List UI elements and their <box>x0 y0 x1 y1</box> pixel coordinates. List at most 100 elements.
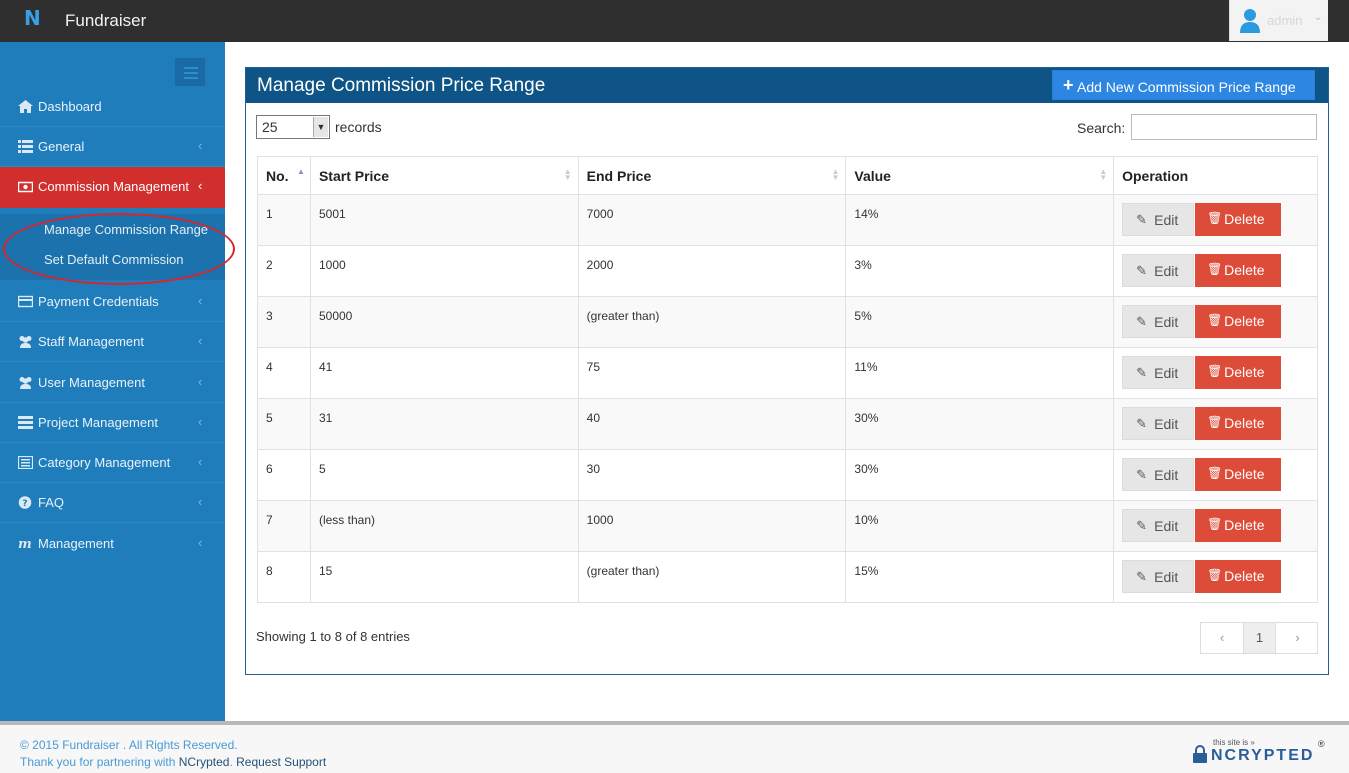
edit-button[interactable]: ✎ Edit <box>1122 407 1195 440</box>
sidebar-item-project-management[interactable]: Project Management ‹ <box>0 403 225 443</box>
column-header-label: No. <box>266 167 289 184</box>
column-header-label: Start Price <box>318 167 390 184</box>
users-icon <box>19 377 32 389</box>
sort-icon: ▲ ▼ <box>563 167 572 182</box>
edit-label: Edit <box>1154 263 1179 279</box>
sidebar-item-management[interactable]: m Management ‹ <box>0 524 225 564</box>
edit-label: Edit <box>1154 569 1179 585</box>
footer: © 2015 Fundraiser . All Rights Reserved.… <box>0 721 1349 773</box>
sidebar-item-label: Project Management <box>38 415 158 430</box>
user-menu[interactable]: admin ⌄ <box>1229 0 1328 41</box>
edit-icon: ✎ <box>1136 569 1148 584</box>
records-per-page-value: 25 <box>262 119 278 135</box>
cell-operation: ✎ Edit 🗑 Delete <box>1113 398 1318 450</box>
cell-end-price: 75 <box>577 347 847 399</box>
sidebar-item-payment-credentials[interactable]: Payment Credentials ‹ <box>0 282 225 322</box>
cell-value: 15% <box>845 551 1115 603</box>
lock-icon <box>1193 745 1207 763</box>
edit-icon: ✎ <box>1136 314 1148 329</box>
registered-mark: ® <box>1318 739 1325 749</box>
cell-end-price: 7000 <box>577 194 847 246</box>
records-per-page-select[interactable]: 25 ▼ <box>256 115 330 139</box>
cell-operation: ✎ Edit 🗑 Delete <box>1113 551 1318 603</box>
sidebar-item-label: FAQ <box>38 495 65 510</box>
sidebar-item-dashboard[interactable]: Dashboard <box>0 87 225 127</box>
edit-button[interactable]: ✎ Edit <box>1122 254 1195 287</box>
cell-end-price: 2000 <box>577 245 847 297</box>
sidebar-item-faq[interactable]: ? FAQ ‹ <box>0 483 225 523</box>
list-icon <box>18 416 33 429</box>
column-header-value[interactable]: Value ▲ ▼ <box>845 156 1115 195</box>
cell-start-price: 5001 <box>309 194 579 246</box>
ncrypted-badge[interactable]: NCRYPTED <box>1211 747 1314 765</box>
chevron-down-icon: ⌄ <box>1314 12 1323 23</box>
sidebar-item-user-management[interactable]: User Management ‹ <box>0 363 225 403</box>
delete-button[interactable]: 🗑 Delete <box>1195 560 1282 593</box>
sort-asc-icon: ▲ <box>297 167 305 176</box>
sidebar-item-label: Dashboard <box>38 99 102 114</box>
app-logo[interactable]: N <box>24 6 46 30</box>
footer-brand-link[interactable]: NCrypted <box>179 755 230 769</box>
list-icon <box>18 140 33 153</box>
sidebar-item-category-management[interactable]: Category Management ‹ <box>0 443 225 483</box>
cell-value: 14% <box>845 194 1115 246</box>
menu-bar-icon <box>184 67 198 69</box>
cell-no: 7 <box>257 500 311 552</box>
add-commission-range-button[interactable]: + Add New Commission Price Range <box>1052 70 1315 100</box>
sidebar-item-commission-management[interactable]: Commission Management ‹ <box>0 167 225 208</box>
column-header-no[interactable]: No. ▲ <box>257 156 311 195</box>
sidebar-item-general[interactable]: General ‹ <box>0 127 225 167</box>
dropdown-arrow-icon: ▼ <box>313 117 328 137</box>
delete-button[interactable]: 🗑 Delete <box>1195 458 1282 491</box>
edit-icon: ✎ <box>1136 416 1148 431</box>
table-row: 3 50000 (greater than) 5% ✎ Edit 🗑 Delete <box>257 296 1318 348</box>
edit-icon: ✎ <box>1136 467 1148 482</box>
edit-button[interactable]: ✎ Edit <box>1122 203 1195 236</box>
cell-no: 8 <box>257 551 311 603</box>
home-icon <box>18 100 33 113</box>
delete-button[interactable]: 🗑 Delete <box>1195 356 1282 389</box>
delete-button[interactable]: 🗑 Delete <box>1195 203 1282 236</box>
cell-no: 3 <box>257 296 311 348</box>
trash-icon: 🗑 <box>1207 313 1223 327</box>
trash-icon: 🗑 <box>1207 415 1223 429</box>
plus-icon: + <box>1063 75 1074 95</box>
table-row: 8 15 (greater than) 15% ✎ Edit 🗑 Delete <box>257 551 1318 603</box>
delete-label: Delete <box>1224 568 1265 584</box>
edit-icon: ✎ <box>1136 365 1148 380</box>
chevron-left-icon: ‹ <box>198 374 203 389</box>
cell-operation: ✎ Edit 🗑 Delete <box>1113 500 1318 552</box>
edit-icon: ✎ <box>1136 518 1148 533</box>
cell-value: 5% <box>845 296 1115 348</box>
column-header-operation: Operation <box>1113 156 1318 195</box>
cell-no: 1 <box>257 194 311 246</box>
pagination-page-button[interactable]: 1 <box>1244 623 1276 653</box>
cell-operation: ✎ Edit 🗑 Delete <box>1113 296 1318 348</box>
delete-button[interactable]: 🗑 Delete <box>1195 509 1282 542</box>
edit-button[interactable]: ✎ Edit <box>1122 458 1195 491</box>
sidebar-toggle-button[interactable] <box>175 58 205 86</box>
delete-label: Delete <box>1224 211 1265 227</box>
trash-icon: 🗑 <box>1207 364 1223 378</box>
delete-button[interactable]: 🗑 Delete <box>1195 407 1282 440</box>
edit-button[interactable]: ✎ Edit <box>1122 509 1195 542</box>
cell-no: 5 <box>257 398 311 450</box>
request-support-link[interactable]: Request Support <box>236 755 326 769</box>
edit-button[interactable]: ✎ Edit <box>1122 305 1195 338</box>
pagination-next-button[interactable]: › <box>1276 623 1319 653</box>
edit-button[interactable]: ✎ Edit <box>1122 560 1195 593</box>
trash-icon: 🗑 <box>1207 568 1223 582</box>
pagination-prev-button[interactable]: ‹ <box>1201 623 1244 653</box>
sidebar-item-staff-management[interactable]: Staff Management ‹ <box>0 322 225 362</box>
chevron-left-icon: ‹ <box>198 494 203 509</box>
sidebar-item-label: Payment Credentials <box>38 294 159 309</box>
chevron-left-icon: ‹ <box>198 454 203 469</box>
edit-button[interactable]: ✎ Edit <box>1122 356 1195 389</box>
commission-range-table: No. ▲ Start Price ▲ ▼ End Price ▲ ▼ Value ▲ ▼ O… <box>257 156 1318 603</box>
delete-button[interactable]: 🗑 Delete <box>1195 305 1282 338</box>
table-row: 5 31 40 30% ✎ Edit 🗑 Delete <box>257 398 1318 450</box>
search-input[interactable] <box>1131 114 1317 140</box>
delete-button[interactable]: 🗑 Delete <box>1195 254 1282 287</box>
column-header-end-price[interactable]: End Price ▲ ▼ <box>577 156 847 195</box>
column-header-start-price[interactable]: Start Price ▲ ▼ <box>309 156 579 195</box>
